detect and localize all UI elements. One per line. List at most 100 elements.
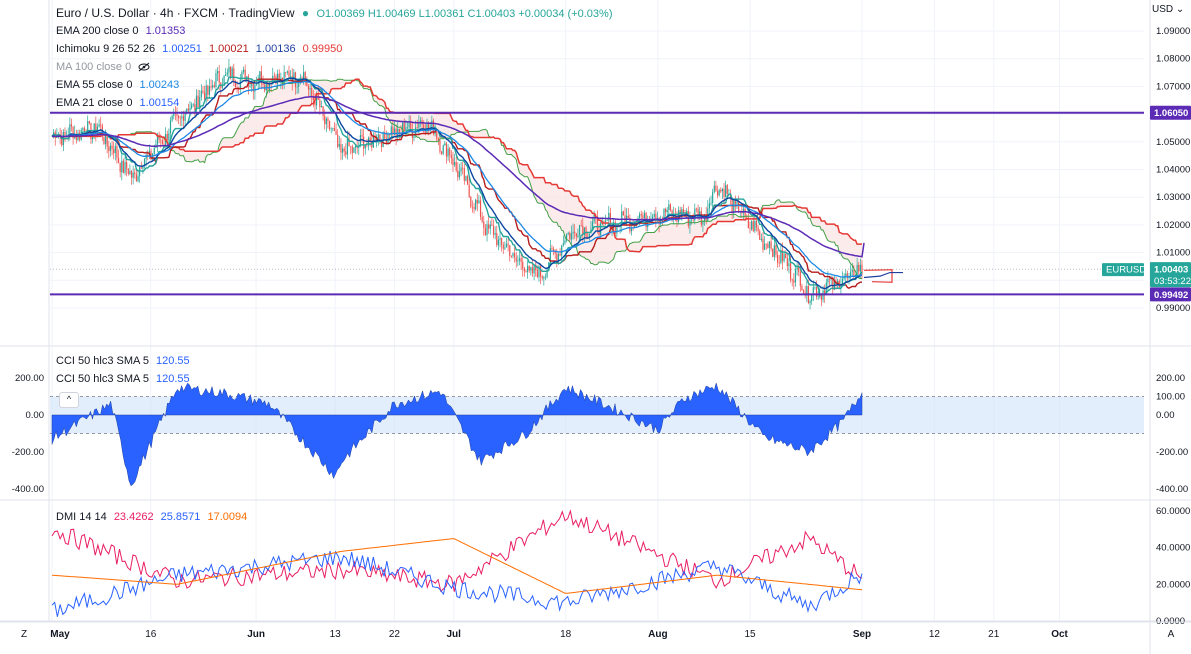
candle-body [841,278,844,284]
candle-body [140,167,142,169]
candle-body [166,134,168,141]
candle-body [296,86,298,88]
legend-ema21[interactable]: EMA 21 close 0 1.00154 [56,94,183,112]
candle-body [653,213,655,217]
candle-body [176,113,178,116]
candle-body [695,208,698,210]
legend-ema55[interactable]: EMA 55 close 0 1.00243 [56,76,183,94]
candle-body [283,72,285,85]
cci-label-1: CCI 50 hlc3 SMA 5 [56,355,149,367]
candle-body [639,214,641,218]
candle-body [856,264,858,275]
candle-body [361,135,363,137]
cci-value-2: 120.55 [156,373,190,385]
candle-body [322,106,324,116]
candle-body [161,140,163,145]
legend-cci-2[interactable]: CCI 50 hlc3 SMA 5 120.55 [56,370,194,388]
candle-body [772,248,774,257]
candle-body [364,145,366,149]
candle-body [527,266,529,272]
candle-body [178,115,180,118]
candle-body [640,214,642,216]
candle-body [346,138,349,155]
price-tick-label: 1.05000 [1156,137,1190,148]
symbol-title[interactable]: Euro / U.S. Dollar · 4h · FXCM · Trading… [56,6,295,20]
auto-scale-button[interactable]: A [1168,629,1175,640]
candle-body [551,248,553,249]
candle-body [796,266,798,270]
candle-body [398,128,400,133]
candle-body [311,88,313,98]
legend-cci-1[interactable]: CCI 50 hlc3 SMA 5 120.55 [56,352,194,370]
legend-ichimoku[interactable]: Ichimoku 9 26 52 26 1.00251 1.00021 1.00… [56,40,346,58]
candle-body [785,253,787,258]
cci-left-tick-label: 200.00 [15,373,44,384]
x-tick-label: Oct [1051,629,1068,640]
candle-body [436,131,438,139]
x-tick-label: Sep [853,629,871,640]
candle-body [179,117,181,119]
candle-body [494,233,496,235]
candle-body [82,128,84,130]
candle-body [697,208,699,218]
legend-ema200[interactable]: EMA 200 close 0 1.01353 [56,22,189,40]
legend-ma100[interactable]: MA 100 close 0 [56,58,150,76]
candle-body [559,253,561,256]
candle-body [501,238,503,245]
candle-body [757,227,759,232]
market-status-icon: ● [301,6,310,20]
candle-body [723,188,725,198]
candle-body [497,239,499,246]
candle-body [514,253,516,258]
candle-body [251,84,253,86]
price-tick-label: 1.09000 [1156,26,1190,37]
x-tick-label: 15 [744,629,756,640]
candle-body [114,146,116,154]
candle-body [483,221,485,229]
candle-body [121,160,123,173]
candle-body [444,143,446,146]
candle-body [304,72,306,80]
dmi-label: DMI 14 14 [56,511,107,523]
candle-body [226,72,228,75]
candle-body [574,231,576,234]
currency-selector[interactable]: USD ⌄ [1152,4,1184,15]
current-price-tag: 1.00403 [1154,265,1188,276]
candle-body [476,199,478,204]
candle-body [539,266,542,277]
candle-body [512,253,514,257]
ichimoku-label: Ichimoku 9 26 52 26 [56,43,156,55]
candle-body [668,204,670,211]
x-tick-label: May [50,629,70,640]
candle-body [449,148,451,155]
candle-body [389,134,391,136]
candle-body [828,278,831,280]
price-tick-label: 1.04000 [1156,165,1190,176]
candle-body [755,221,758,228]
candle-body [113,149,115,154]
candle-body [351,146,353,153]
collapse-legend-button[interactable]: ^ [59,392,79,408]
candle-body [228,66,230,73]
candle-body [320,106,323,108]
candle-body [752,221,754,231]
candle-body [721,188,724,192]
x-tick-label: 13 [330,629,342,640]
ichimoku-v1: 1.00251 [162,43,202,55]
candle-body [440,151,443,154]
candle-body [773,245,775,257]
timezone-button[interactable]: Z [21,629,27,640]
candle-body [171,115,173,121]
candle-body [799,271,801,286]
candle-body [591,221,594,229]
candle-body [520,258,522,262]
candle-body [492,225,495,235]
hidden-eye-icon[interactable] [138,62,150,72]
price-tick-label: 1.08000 [1156,54,1190,65]
legend-dmi[interactable]: DMI 14 14 23.4262 25.8571 17.0094 [56,508,251,526]
candle-body [570,233,573,240]
candle-body [764,243,766,250]
cci-value-1: 120.55 [156,355,190,367]
cci-left-tick-label: -200.00 [12,447,44,458]
candle-body [811,294,813,302]
